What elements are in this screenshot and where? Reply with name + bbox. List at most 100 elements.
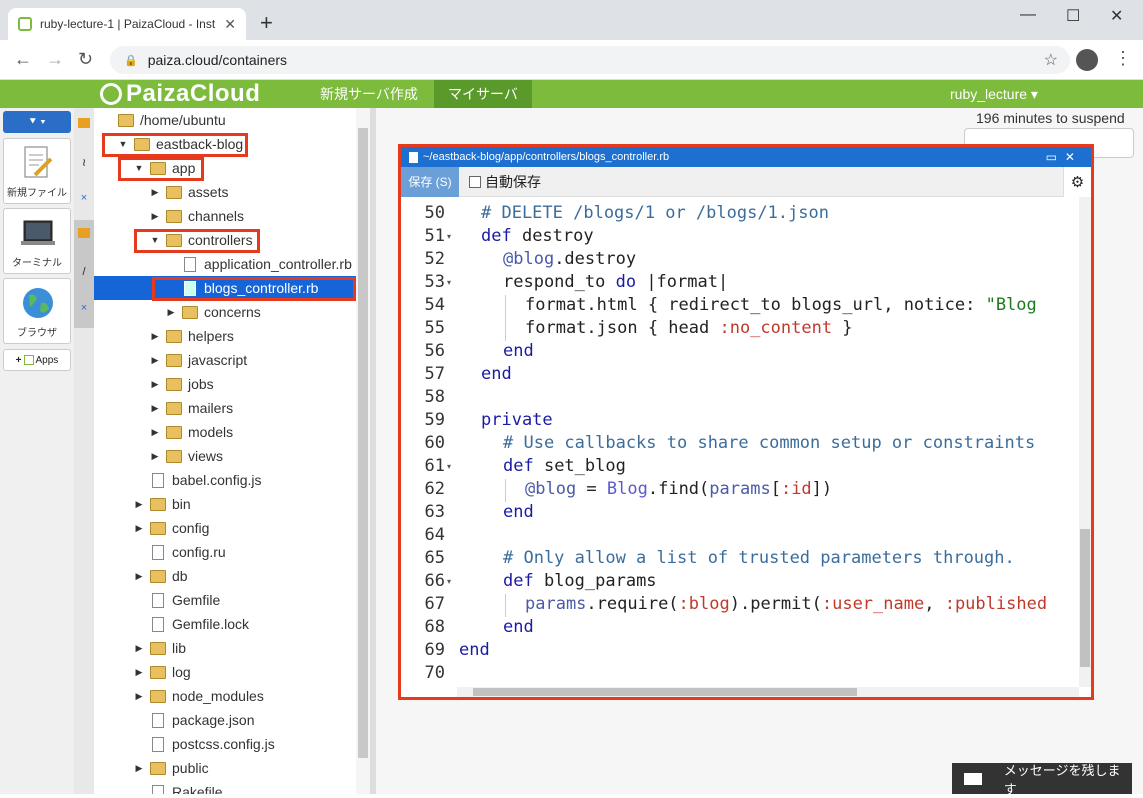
tree-item-eastback-blog[interactable]: ▼ eastback-blog xyxy=(94,132,356,156)
autosave-checkbox[interactable] xyxy=(469,175,481,188)
tree-item-javascript[interactable]: ▶ javascript xyxy=(94,348,356,372)
expand-right-icon[interactable]: ▶ xyxy=(150,451,160,462)
file-tree-scroll-thumb[interactable] xyxy=(358,128,368,758)
expand-right-icon[interactable]: ▶ xyxy=(150,355,160,366)
expand-right-icon[interactable]: ▶ xyxy=(150,427,160,438)
minimize-button[interactable]: — xyxy=(1020,6,1036,24)
tree-item-config[interactable]: ▶ config xyxy=(94,516,356,540)
tree-item-gemfile[interactable]: Gemfile xyxy=(94,588,356,612)
folder-tab-icon[interactable] xyxy=(74,118,94,131)
expand-right-icon[interactable]: ▶ xyxy=(134,763,144,774)
tree-item-views[interactable]: ▶ views xyxy=(94,444,356,468)
forward-arrow-icon[interactable]: → xyxy=(46,49,64,70)
tree-item-bin[interactable]: ▶ bin xyxy=(94,492,356,516)
tree-item-application-controller-rb[interactable]: application_controller.rb xyxy=(94,252,356,276)
line-number: 63 xyxy=(424,502,445,522)
editor-vscroll-thumb[interactable] xyxy=(1080,529,1090,667)
folder-icon xyxy=(134,137,150,151)
expand-right-icon[interactable]: ▶ xyxy=(134,643,144,654)
expand-right-icon[interactable]: ▶ xyxy=(134,523,144,534)
file-tree-scrollbar[interactable] xyxy=(356,108,370,794)
paiza-favicon-icon xyxy=(18,17,32,31)
profile-avatar-icon[interactable] xyxy=(1076,49,1098,71)
paiza-logo[interactable]: PaizaCloud xyxy=(100,80,260,108)
fold-arrow-icon[interactable]: ▾ xyxy=(447,232,451,241)
fold-arrow-icon[interactable]: ▾ xyxy=(447,462,451,471)
tree-item-concerns[interactable]: ▶ concerns xyxy=(94,300,356,324)
tree-item-postcss-config-js[interactable]: postcss.config.js xyxy=(94,732,356,756)
tree-item-app[interactable]: ▼ app xyxy=(94,156,356,180)
expand-right-icon[interactable]: ▶ xyxy=(134,691,144,702)
code-area[interactable]: # DELETE /blogs/1 or /blogs/1.json def de… xyxy=(457,197,1079,687)
expand-right-icon[interactable]: ▶ xyxy=(166,307,176,318)
browser-menu-icon[interactable]: ⋮ xyxy=(1114,48,1132,69)
expand-right-icon[interactable]: ▶ xyxy=(150,211,160,222)
user-menu[interactable]: ruby_lecture ▾ xyxy=(950,80,1038,108)
code-token: .find( xyxy=(647,479,710,499)
fold-arrow-icon[interactable]: ▾ xyxy=(447,577,451,586)
menu-new-server[interactable]: 新規サーバ作成 xyxy=(306,80,432,108)
editor-vertical-scrollbar[interactable] xyxy=(1079,197,1091,687)
tab-close-icon[interactable]: ✕ xyxy=(224,16,236,33)
tree-item-mailers[interactable]: ▶ mailers xyxy=(94,396,356,420)
expand-right-icon[interactable]: ▶ xyxy=(134,499,144,510)
tree-item-gemfile-lock[interactable]: Gemfile.lock xyxy=(94,612,356,636)
tree-item-helpers[interactable]: ▶ helpers xyxy=(94,324,356,348)
save-button[interactable]: 保存 (S) xyxy=(401,166,459,197)
expand-down-icon[interactable]: ▼ xyxy=(150,235,160,245)
new-file-button[interactable]: 新規ファイル xyxy=(3,138,71,204)
tree-item-jobs[interactable]: ▶ jobs xyxy=(94,372,356,396)
tree-item-config-ru[interactable]: config.ru xyxy=(94,540,356,564)
autosave-toggle[interactable]: 自動保存 xyxy=(469,172,541,192)
editor-hscroll-thumb[interactable] xyxy=(473,688,857,696)
tree-item-lib[interactable]: ▶ lib xyxy=(94,636,356,660)
tree-item-public[interactable]: ▶ public xyxy=(94,756,356,780)
expand-right-icon[interactable]: ▶ xyxy=(150,403,160,414)
close-panel-icon-2[interactable]: × xyxy=(74,302,94,314)
tree-item-controllers[interactable]: ▼ controllers xyxy=(94,228,356,252)
tree-item-log[interactable]: ▶ log xyxy=(94,660,356,684)
browser-tab[interactable]: ruby-lecture-1 | PaizaCloud - Inst ✕ xyxy=(8,8,246,40)
expand-right-icon[interactable]: ▶ xyxy=(150,379,160,390)
editor-horizontal-scrollbar[interactable] xyxy=(457,687,1079,697)
tree-item-home-ubuntu[interactable]: /home/ubuntu xyxy=(94,108,356,132)
tree-item-db[interactable]: ▶ db xyxy=(94,564,356,588)
panel-tab-active[interactable]: / × xyxy=(74,220,94,328)
menu-my-server[interactable]: マイサーバ xyxy=(434,80,532,108)
close-panel-icon[interactable]: × xyxy=(74,192,94,204)
terminal-label: ターミナル xyxy=(12,258,62,269)
bookmark-star-icon[interactable]: ☆ xyxy=(1044,50,1058,70)
tree-item-rakefile[interactable]: Rakefile xyxy=(94,780,356,794)
tree-item-node-modules[interactable]: ▶ node_modules xyxy=(94,684,356,708)
editor-window[interactable]: ~/eastback-blog/app/controllers/blogs_co… xyxy=(398,144,1094,700)
expand-right-icon[interactable]: ▶ xyxy=(134,571,144,582)
browser-button[interactable]: ブラウザ xyxy=(3,278,71,344)
dock-dropdown-button[interactable]: ⯆ ▾ xyxy=(3,111,71,133)
terminal-button[interactable]: ターミナル xyxy=(3,208,71,274)
expand-right-icon[interactable]: ▶ xyxy=(150,331,160,342)
close-window-button[interactable]: ✕ xyxy=(1110,6,1123,26)
tree-item-label: log xyxy=(172,664,191,680)
gear-icon[interactable]: ⚙ xyxy=(1063,166,1091,197)
tree-item-blogs-controller-rb[interactable]: blogs_controller.rb xyxy=(94,276,356,300)
file-icon xyxy=(152,592,164,608)
tree-item-assets[interactable]: ▶ assets xyxy=(94,180,356,204)
tree-item-package-json[interactable]: package.json xyxy=(94,708,356,732)
maximize-button[interactable]: ☐ xyxy=(1066,6,1080,26)
expand-down-icon[interactable]: ▼ xyxy=(134,163,144,173)
expand-down-icon[interactable]: ▼ xyxy=(118,139,128,149)
editor-title-bar[interactable]: ~/eastback-blog/app/controllers/blogs_co… xyxy=(401,147,1091,167)
leave-message-button[interactable]: メッセージを残します xyxy=(952,763,1132,797)
expand-right-icon[interactable]: ▶ xyxy=(150,187,160,198)
fold-arrow-icon[interactable]: ▾ xyxy=(447,278,451,287)
back-arrow-icon[interactable]: ← xyxy=(14,49,32,70)
tree-item-models[interactable]: ▶ models xyxy=(94,420,356,444)
tree-item-channels[interactable]: ▶ channels xyxy=(94,204,356,228)
editor-window-buttons[interactable]: ▭✕ xyxy=(1046,150,1083,164)
apps-button[interactable]: + Apps xyxy=(3,349,71,371)
reload-icon[interactable]: ↻ xyxy=(78,49,93,70)
expand-right-icon[interactable]: ▶ xyxy=(134,667,144,678)
url-omnibox[interactable]: 🔒 paiza.cloud/containers ☆ xyxy=(110,46,1070,74)
tree-item-babel-config-js[interactable]: babel.config.js xyxy=(94,468,356,492)
new-tab-button[interactable]: + xyxy=(260,10,273,36)
